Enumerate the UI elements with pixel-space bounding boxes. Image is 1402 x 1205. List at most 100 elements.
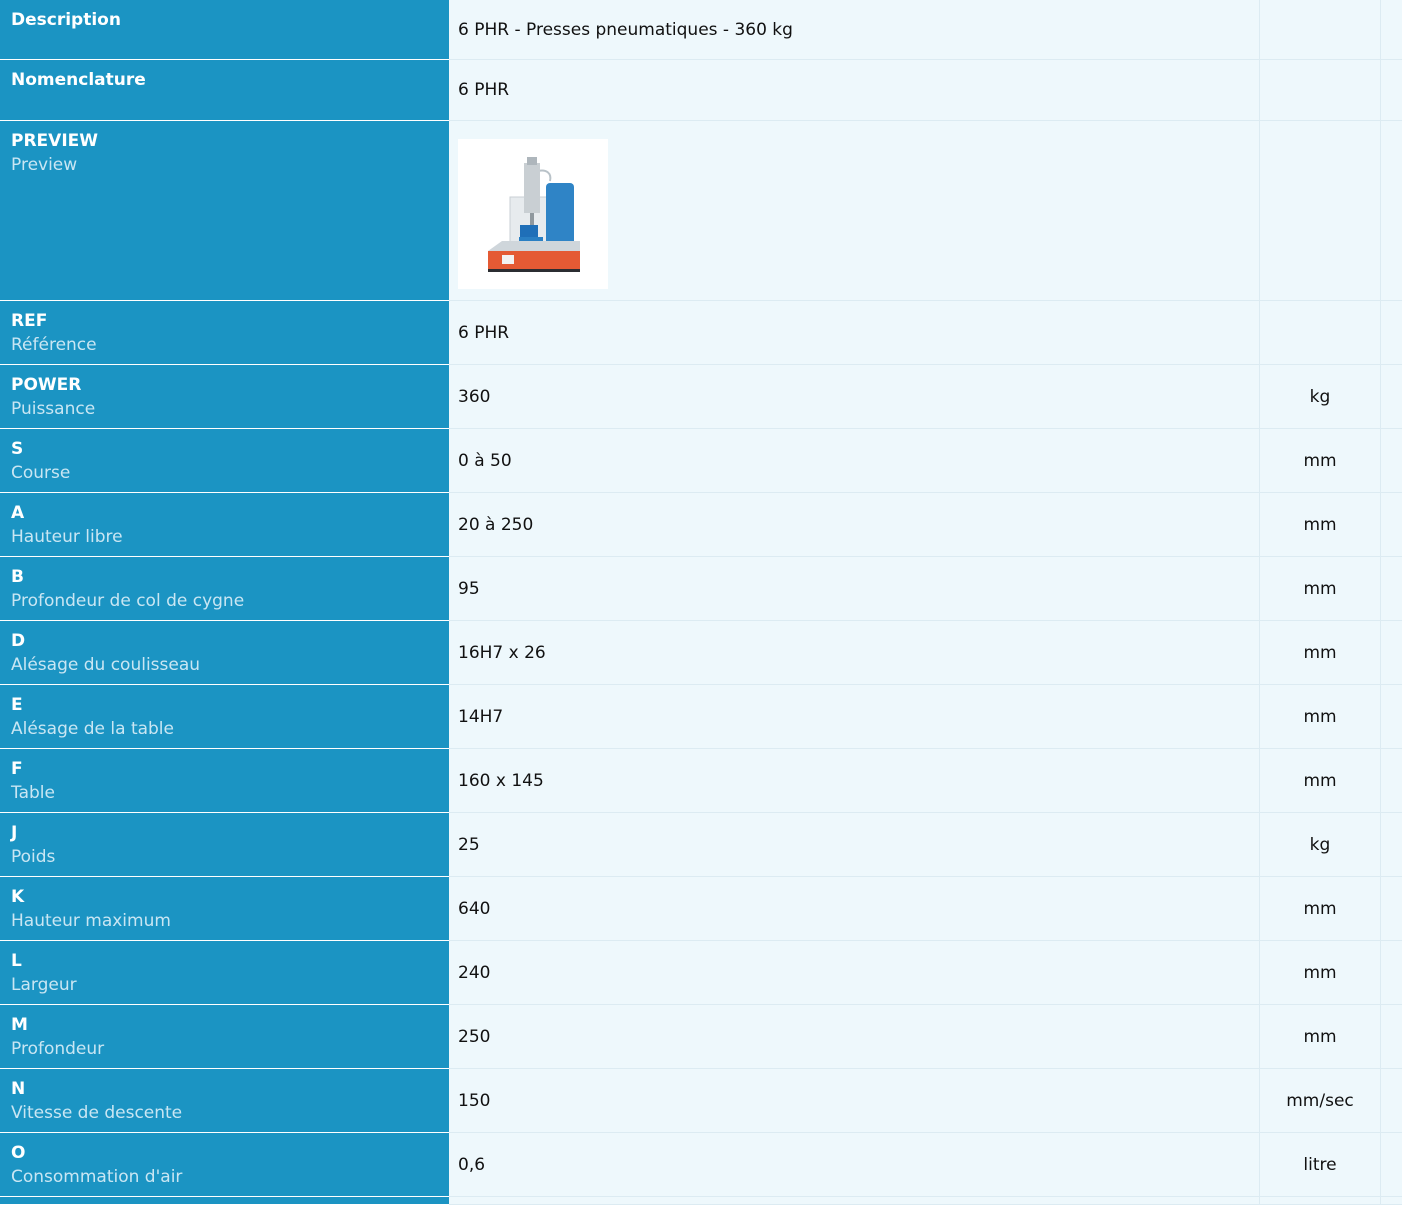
spec-label: POWER xyxy=(11,375,82,395)
spec-value-empty xyxy=(449,1197,1259,1205)
spec-table: Description 6 PHR - Presses pneumatiques… xyxy=(0,0,1402,1205)
spec-value: 160 x 145 xyxy=(449,749,1259,813)
spec-row-partial xyxy=(0,1197,1402,1205)
spec-extra-cell xyxy=(1380,429,1402,493)
spec-extra-cell xyxy=(1380,749,1402,813)
spec-label-cell: Description xyxy=(0,0,449,60)
spec-sublabel: Largeur xyxy=(11,975,77,995)
spec-label: L xyxy=(11,951,22,971)
spec-label: B xyxy=(11,567,24,587)
spec-label-cell: S Course xyxy=(0,429,449,493)
spec-unit: kg xyxy=(1259,813,1380,877)
spec-value: 6 PHR xyxy=(449,301,1259,365)
spec-row: F Table 160 x 145 mm xyxy=(0,749,1402,813)
spec-unit xyxy=(1259,60,1380,121)
spec-row: PREVIEW Preview xyxy=(0,121,1402,301)
spec-unit: mm/sec xyxy=(1259,1069,1380,1133)
spec-sublabel: Poids xyxy=(11,847,56,867)
spec-unit: mm xyxy=(1259,877,1380,941)
spec-row: J Poids 25 kg xyxy=(0,813,1402,877)
spec-unit-empty xyxy=(1259,1197,1380,1205)
product-image-link[interactable] xyxy=(458,139,608,289)
spec-unit: litre xyxy=(1259,1133,1380,1197)
spec-value: 6 PHR - Presses pneumatiques - 360 kg xyxy=(449,0,1259,60)
spec-sublabel: Profondeur de col de cygne xyxy=(11,591,245,611)
spec-value: 150 xyxy=(449,1069,1259,1133)
spec-label: E xyxy=(11,695,23,715)
spec-value: 95 xyxy=(449,557,1259,621)
spec-extra-cell xyxy=(1380,621,1402,685)
spec-value: 6 PHR xyxy=(449,60,1259,121)
spec-row: B Profondeur de col de cygne 95 mm xyxy=(0,557,1402,621)
spec-row: O Consommation d'air 0,6 litre xyxy=(0,1133,1402,1197)
spec-label-cell xyxy=(0,1197,449,1205)
spec-value: 240 xyxy=(449,941,1259,1005)
spec-row: E Alésage de la table 14H7 mm xyxy=(0,685,1402,749)
spec-row: D Alésage du coulisseau 16H7 x 26 mm xyxy=(0,621,1402,685)
spec-sublabel: Preview xyxy=(11,155,78,175)
spec-value: 250 xyxy=(449,1005,1259,1069)
spec-label: S xyxy=(11,439,24,459)
spec-sublabel: Table xyxy=(11,783,55,803)
spec-extra-cell xyxy=(1380,941,1402,1005)
spec-row: A Hauteur libre 20 à 250 mm xyxy=(0,493,1402,557)
spec-value: 20 à 250 xyxy=(449,493,1259,557)
spec-value: 25 xyxy=(449,813,1259,877)
spec-unit: mm xyxy=(1259,621,1380,685)
spec-label-cell: J Poids xyxy=(0,813,449,877)
spec-sublabel: Puissance xyxy=(11,399,96,419)
spec-label-cell: B Profondeur de col de cygne xyxy=(0,557,449,621)
spec-unit xyxy=(1259,121,1380,301)
spec-extra-cell xyxy=(1380,1069,1402,1133)
spec-unit xyxy=(1259,301,1380,365)
spec-extra-cell xyxy=(1380,685,1402,749)
spec-label: K xyxy=(11,887,25,907)
spec-label-cell: D Alésage du coulisseau xyxy=(0,621,449,685)
spec-extra-cell xyxy=(1380,813,1402,877)
spec-unit: kg xyxy=(1259,365,1380,429)
spec-label: F xyxy=(11,759,23,779)
spec-extra-cell xyxy=(1380,60,1402,121)
spec-label: O xyxy=(11,1143,26,1163)
spec-value: 0 à 50 xyxy=(449,429,1259,493)
spec-row: N Vitesse de descente 150 mm/sec xyxy=(0,1069,1402,1133)
spec-sublabel: Vitesse de descente xyxy=(11,1103,183,1123)
spec-label: N xyxy=(11,1079,26,1099)
spec-label: Description xyxy=(11,10,121,30)
spec-label-cell: REF Référence xyxy=(0,301,449,365)
spec-sublabel: Référence xyxy=(11,335,97,355)
spec-unit: mm xyxy=(1259,941,1380,1005)
spec-unit: mm xyxy=(1259,1005,1380,1069)
spec-value: 16H7 x 26 xyxy=(449,621,1259,685)
spec-label-cell: PREVIEW Preview xyxy=(0,121,449,301)
spec-label: PREVIEW xyxy=(11,131,99,151)
spec-label: M xyxy=(11,1015,28,1035)
spec-label: D xyxy=(11,631,26,651)
spec-row: Description 6 PHR - Presses pneumatiques… xyxy=(0,0,1402,60)
spec-extra-cell xyxy=(1380,365,1402,429)
spec-sublabel: Hauteur libre xyxy=(11,527,123,547)
spec-unit: mm xyxy=(1259,493,1380,557)
spec-sublabel: Consommation d'air xyxy=(11,1167,183,1187)
spec-row: REF Référence 6 PHR xyxy=(0,301,1402,365)
spec-row: K Hauteur maximum 640 mm xyxy=(0,877,1402,941)
spec-sublabel: Alésage du coulisseau xyxy=(11,655,201,675)
spec-unit: mm xyxy=(1259,749,1380,813)
spec-label-cell: E Alésage de la table xyxy=(0,685,449,749)
spec-extra-cell xyxy=(1380,557,1402,621)
spec-value: 0,6 xyxy=(449,1133,1259,1197)
spec-unit xyxy=(1259,0,1380,60)
spec-label-cell: F Table xyxy=(0,749,449,813)
spec-extra-cell xyxy=(1380,493,1402,557)
spec-unit: mm xyxy=(1259,557,1380,621)
spec-row: S Course 0 à 50 mm xyxy=(0,429,1402,493)
spec-sublabel: Alésage de la table xyxy=(11,719,174,739)
spec-extra-cell xyxy=(1380,1005,1402,1069)
spec-unit: mm xyxy=(1259,429,1380,493)
spec-label-cell: A Hauteur libre xyxy=(0,493,449,557)
spec-sublabel: Hauteur maximum xyxy=(11,911,171,931)
spec-row: POWER Puissance 360 kg xyxy=(0,365,1402,429)
spec-extra-cell xyxy=(1380,877,1402,941)
spec-label: J xyxy=(11,823,18,843)
spec-sublabel: Profondeur xyxy=(11,1039,105,1059)
